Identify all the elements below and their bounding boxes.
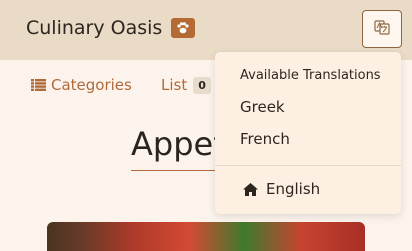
home-icon bbox=[243, 182, 266, 196]
translation-current-english[interactable]: English bbox=[243, 180, 320, 198]
list-icon bbox=[31, 79, 46, 91]
list-link[interactable]: List 0 bbox=[161, 76, 211, 94]
dropdown-divider bbox=[215, 165, 401, 166]
categories-label: Categories bbox=[51, 76, 132, 94]
translate-icon bbox=[374, 19, 390, 40]
list-label: List bbox=[161, 76, 188, 94]
hero-image bbox=[47, 222, 365, 251]
translation-option-french[interactable]: French bbox=[240, 130, 290, 148]
translation-option-greek[interactable]: Greek bbox=[240, 98, 285, 116]
brand[interactable]: Culinary Oasis bbox=[26, 17, 196, 39]
translation-current-label: English bbox=[266, 180, 321, 198]
categories-link[interactable]: Categories bbox=[31, 76, 132, 94]
navbar: Culinary Oasis bbox=[0, 0, 412, 60]
list-count-badge: 0 bbox=[193, 76, 211, 94]
page-title: Appet bbox=[131, 124, 221, 171]
translate-button[interactable] bbox=[362, 10, 402, 48]
brand-title[interactable]: Culinary Oasis bbox=[26, 17, 162, 39]
translations-dropdown: Available Translations Greek French Engl… bbox=[215, 52, 401, 214]
paw-icon bbox=[171, 18, 196, 38]
translations-header: Available Translations bbox=[240, 68, 381, 83]
